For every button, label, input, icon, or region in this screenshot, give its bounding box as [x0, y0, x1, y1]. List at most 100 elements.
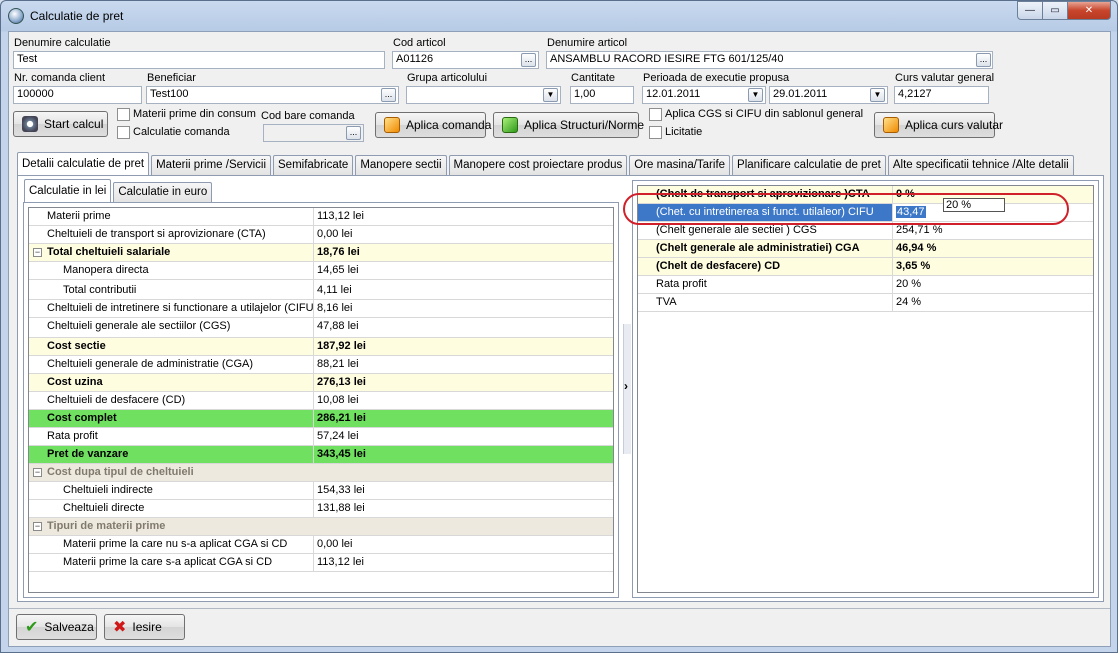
- tab-calculatie-euro[interactable]: Calculatie in euro: [113, 182, 213, 202]
- beneficiar-ellipsis-button[interactable]: ...: [381, 88, 396, 102]
- denumire-articol-ellipsis-button[interactable]: ...: [976, 53, 991, 67]
- tab-alte-specificatii[interactable]: Alte specificatii tehnice /Alte detalii: [887, 155, 1074, 175]
- row-label: Rata profit: [29, 428, 314, 445]
- table-row[interactable]: Cheltuieli de intretinere si functionare…: [29, 300, 613, 318]
- table-row[interactable]: Cheltuieli indirecte 154,33 lei: [29, 482, 613, 500]
- table-row[interactable]: Cost complet 286,21 lei: [29, 410, 613, 428]
- table-row[interactable]: (Chelt de desfacere) CD 3,65 %: [638, 258, 1093, 276]
- table-row[interactable]: Materii prime la care nu s-a aplicat CGA…: [29, 536, 613, 554]
- row-label: Pret de vanzare: [29, 446, 314, 463]
- materii-prime-consum-checkbox[interactable]: [117, 108, 130, 121]
- grupa-articolului-select[interactable]: [406, 86, 561, 104]
- tab-semifabricate[interactable]: Semifabricate: [273, 155, 354, 175]
- tab-materii-prime[interactable]: Materii prime /Servicii: [151, 155, 272, 175]
- check-icon: ✔: [25, 619, 39, 636]
- title-bar[interactable]: Calculatie de pret — ▭ ✕: [1, 1, 1117, 31]
- row-value: 4,11 lei: [317, 284, 352, 296]
- row-label: Cheltuieli directe: [29, 500, 314, 517]
- table-row[interactable]: Rata profit 57,24 lei: [29, 428, 613, 446]
- tab-manopere-sectii[interactable]: Manopere sectii: [355, 155, 447, 175]
- perioada-label: Perioada de executie propusa: [643, 72, 790, 84]
- table-row[interactable]: TVA 24 %: [638, 294, 1093, 312]
- row-value: 286,21 lei: [317, 412, 366, 424]
- collapse-icon[interactable]: −: [33, 248, 42, 257]
- percent-panel: (Chelt de transport si aprovizionare )CT…: [623, 180, 1099, 598]
- aplica-comanda-button[interactable]: Aplica comanda: [375, 112, 491, 138]
- row-label: Materii prime la care nu s-a aplicat CGA…: [29, 536, 314, 553]
- collapse-icon[interactable]: −: [33, 522, 42, 531]
- panel-splitter[interactable]: ›: [623, 324, 631, 454]
- row-label: Cheltuieli generale ale sectiilor (CGS): [29, 318, 314, 337]
- table-row[interactable]: Cost sectie 187,92 lei: [29, 338, 613, 356]
- minimize-button[interactable]: —: [1017, 1, 1043, 20]
- row-label: Cheltuieli de transport si aprovizionare…: [29, 226, 314, 243]
- collapse-icon[interactable]: −: [33, 468, 42, 477]
- expand-arrow-icon[interactable]: ›: [624, 379, 628, 393]
- aplica-curs-button[interactable]: Aplica curs valutar: [874, 112, 1003, 138]
- denumire-calculatie-field[interactable]: Test: [13, 51, 385, 69]
- row-label: Cheltuieli indirecte: [29, 482, 314, 499]
- cod-articol-ellipsis-button[interactable]: ...: [521, 53, 536, 67]
- tab-planificare[interactable]: Planificare calculatie de pret: [732, 155, 886, 175]
- table-row[interactable]: Rata profit 20 %: [638, 276, 1093, 294]
- save-button[interactable]: ✔ Salveaza: [16, 614, 97, 640]
- cod-articol-field[interactable]: A01126: [392, 51, 539, 69]
- tab-detalii[interactable]: Detalii calculatie de pret: [17, 152, 150, 175]
- grupa-articolului-label: Grupa articolului: [407, 72, 488, 84]
- row-value: 88,21 lei: [317, 358, 359, 370]
- aplica-structuri-button[interactable]: Aplica Structuri/Norme: [493, 112, 644, 138]
- perioada-end-dropdown-icon[interactable]: ▼: [870, 88, 885, 102]
- row-value: 20 %: [896, 278, 922, 290]
- table-row[interactable]: Cheltuieli generale de administratie (CG…: [29, 356, 613, 374]
- table-row[interactable]: Materii prime la care s-a aplicat CGA si…: [29, 554, 613, 572]
- aplica-cgs-cifu-checkbox[interactable]: [649, 108, 662, 121]
- table-row[interactable]: Cost uzina 276,13 lei: [29, 374, 613, 392]
- cantitate-field[interactable]: 1,00: [570, 86, 634, 104]
- tab-calculatie-lei[interactable]: Calculatie in lei: [24, 179, 112, 202]
- table-row[interactable]: Cheltuieli de transport si aprovizionare…: [29, 226, 613, 244]
- table-row[interactable]: Cheltuieli directe 131,88 lei: [29, 500, 613, 518]
- table-row[interactable]: (Chelt generale ale administratiei) CGA 4…: [638, 240, 1093, 258]
- maximize-button[interactable]: ▭: [1042, 1, 1068, 20]
- table-row[interactable]: Cheltuieli generale ale sectiilor (CGS) 4…: [29, 318, 613, 338]
- row-value: 3,65 %: [896, 260, 931, 272]
- denumire-articol-field[interactable]: ANSAMBLU RACORD IESIRE FTG 601/125/40: [546, 51, 993, 69]
- table-row[interactable]: Pret de vanzare 343,45 lei: [29, 446, 613, 464]
- perioada-start-dropdown-icon[interactable]: ▼: [748, 88, 763, 102]
- cod-articol-label: Cod articol: [393, 37, 446, 49]
- tab-panel-detalii: Calculatie in lei Calculatie in euro Mat…: [17, 175, 1104, 602]
- grupa-dropdown-icon[interactable]: ▼: [543, 88, 558, 102]
- close-button[interactable]: ✕: [1067, 1, 1111, 20]
- curs-valutar-label: Curs valutar general: [895, 72, 995, 84]
- table-row[interactable]: − Total cheltuieli salariale 18,76 lei: [29, 244, 613, 262]
- cost-grid: Materii prime 113,12 lei Cheltuieli de tr…: [28, 207, 614, 593]
- cod-bare-label: Cod bare comanda: [261, 110, 355, 122]
- table-row[interactable]: Manopera directa 14,65 lei: [29, 262, 613, 280]
- calculatie-comanda-checkbox[interactable]: [117, 126, 130, 139]
- start-calcul-button[interactable]: Start calcul: [13, 111, 108, 137]
- licitatie-checkbox[interactable]: [649, 126, 662, 139]
- row-value: 10,08 lei: [317, 394, 359, 406]
- exit-button[interactable]: ✖ Iesire: [104, 614, 185, 640]
- client-area: Denumire calculatie Test Cod articol A01…: [8, 31, 1111, 647]
- aplica-comanda-label: Aplica comanda: [406, 118, 492, 132]
- licitatie-label: Licitatie: [665, 126, 703, 138]
- table-row[interactable]: Cheltuieli de desfacere (CD) 10,08 lei: [29, 392, 613, 410]
- cod-bare-ellipsis-button[interactable]: ...: [346, 126, 361, 140]
- row-value: 187,92 lei: [317, 340, 366, 352]
- aplica-structuri-label: Aplica Structuri/Norme: [524, 118, 645, 132]
- row-label: Materii prime la care s-a aplicat CGA si…: [29, 554, 314, 571]
- beneficiar-field[interactable]: Test100: [146, 86, 399, 104]
- group-row[interactable]: − Cost dupa tipul de cheltuieli: [29, 464, 613, 482]
- apply-order-icon: [384, 117, 400, 133]
- exit-label: Iesire: [132, 620, 162, 634]
- curs-valutar-field[interactable]: 4,2127: [894, 86, 989, 104]
- tab-manopere-cost[interactable]: Manopere cost proiectare produs: [448, 155, 628, 175]
- row-label: Cheltuieli de desfacere (CD): [29, 392, 314, 409]
- group-row[interactable]: − Tipuri de materii prime: [29, 518, 613, 536]
- table-row[interactable]: Materii prime 113,12 lei: [29, 208, 613, 226]
- nr-comanda-field[interactable]: 100000: [13, 86, 142, 104]
- table-row[interactable]: Total contributii 4,11 lei: [29, 280, 613, 300]
- app-icon: [8, 8, 24, 24]
- tab-ore-masina[interactable]: Ore masina/Tarife: [629, 155, 731, 175]
